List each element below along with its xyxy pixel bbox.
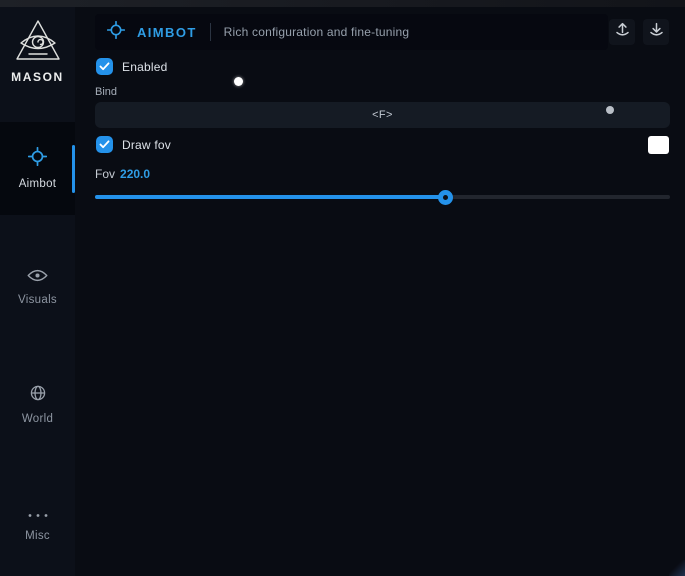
fov-label-row: Fov 220.0 [95,167,150,181]
corner-glow [669,560,685,576]
sidebar-item-world[interactable]: World [0,370,75,440]
sidebar-item-label: Misc [25,530,50,542]
bind-value: <F> [372,109,393,121]
brand-logo: MASON [0,18,75,84]
bind-input[interactable]: <F> [95,102,670,128]
crosshair-icon [107,21,125,44]
eye-triangle-icon [12,18,64,66]
fov-value: 220.0 [120,167,150,181]
upload-config-button[interactable] [609,19,635,45]
enabled-checkbox[interactable] [96,58,113,75]
eye-icon [27,269,48,287]
draw-fov-label: Draw fov [122,138,171,152]
sidebar-item-label: Visuals [18,294,57,306]
bind-label: Bind [95,86,117,98]
main-panel: AIMBOT Rich configuration and fine-tunin… [75,7,685,576]
page-subtitle: Rich configuration and fine-tuning [224,25,410,39]
mouse-cursor-dot [234,77,243,86]
check-icon [99,140,110,149]
fov-color-swatch[interactable] [648,136,669,154]
download-icon [648,21,665,43]
sidebar-item-aimbot[interactable]: Aimbot [0,122,75,215]
fov-label: Fov [95,167,115,181]
sidebar-item-label: World [22,413,53,425]
enabled-checkbox-row[interactable]: Enabled [96,58,167,75]
sidebar-item-visuals[interactable]: Visuals [0,252,75,322]
page-header: AIMBOT Rich configuration and fine-tunin… [95,14,608,50]
check-icon [99,62,110,71]
header-divider [210,23,211,41]
draw-fov-checkbox-row[interactable]: Draw fov [96,136,171,153]
brand-name: MASON [11,70,64,84]
globe-icon [30,385,46,406]
enabled-label: Enabled [122,60,167,74]
bind-field-dot [606,106,614,114]
draw-fov-checkbox[interactable] [96,136,113,153]
fov-slider-fill [95,195,446,199]
window-top-edge [0,0,685,7]
fov-slider-handle[interactable] [438,190,453,205]
sidebar-item-misc[interactable]: Misc [0,488,75,558]
ellipsis-icon [27,505,49,523]
sidebar-item-label: Aimbot [19,178,57,190]
crosshair-icon [28,147,47,171]
upload-icon [614,21,631,43]
download-config-button[interactable] [643,19,669,45]
fov-slider[interactable] [95,187,670,207]
mason-menu-window: MASON Aimbot Visuals [0,0,685,576]
sidebar: MASON Aimbot Visuals [0,7,75,576]
page-title: AIMBOT [137,25,197,40]
